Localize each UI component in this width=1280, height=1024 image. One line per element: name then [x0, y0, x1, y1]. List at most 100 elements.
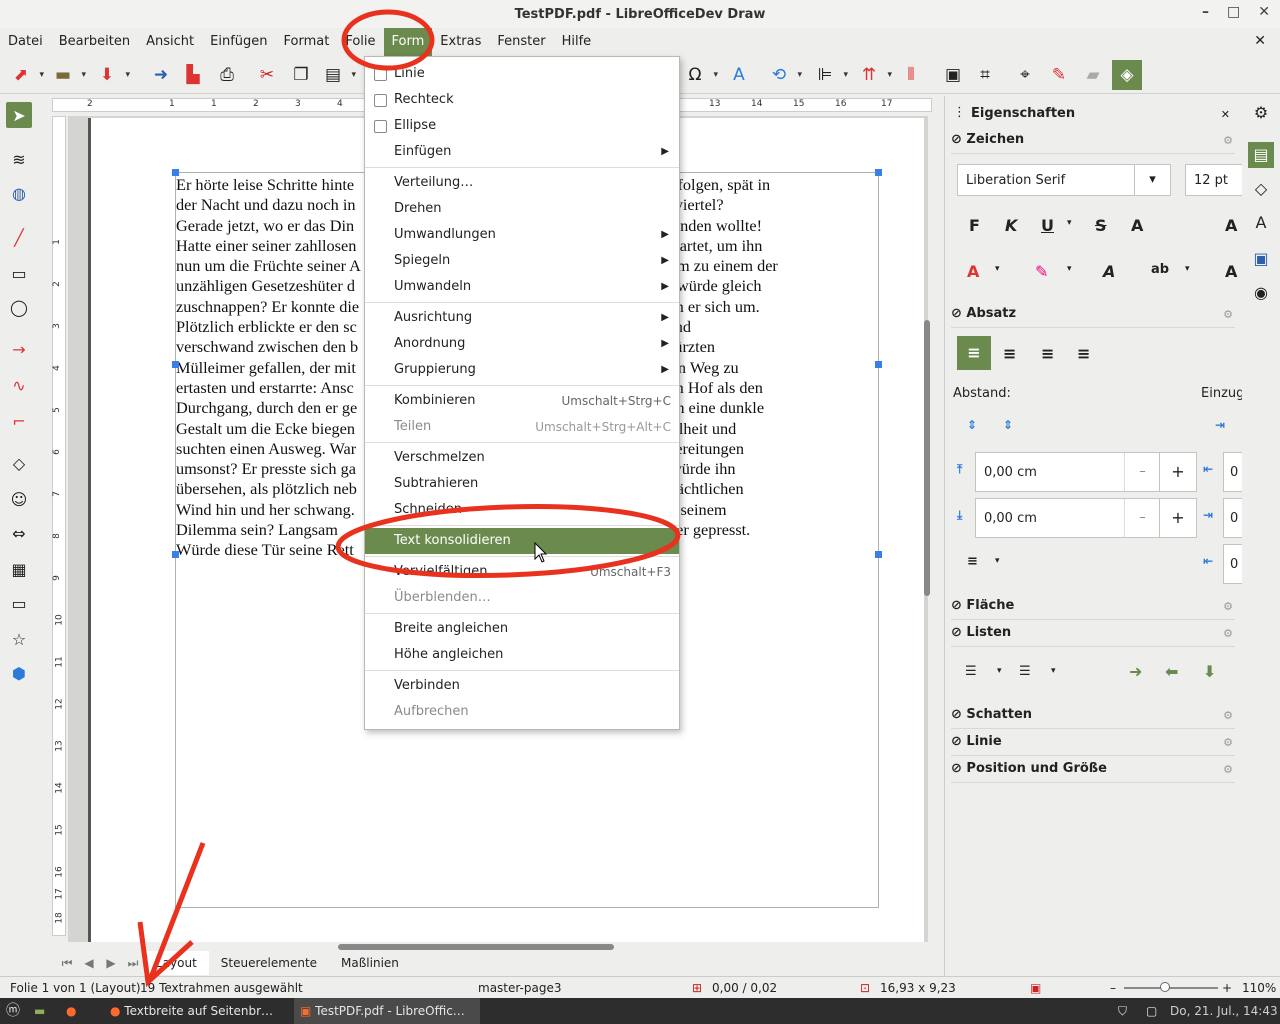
3d-objects-icon[interactable]: ⬢: [6, 660, 32, 686]
underline-icon[interactable]: U: [1041, 216, 1054, 235]
font-name-combobox[interactable]: Liberation Serif ▾: [957, 164, 1171, 196]
menu-item-text-konsolidieren[interactable]: Text konsolidieren: [365, 528, 679, 554]
tab-steuerelemente[interactable]: Steuerelemente: [209, 951, 329, 975]
menu-item-verteilung[interactable]: Verteilung…: [365, 170, 679, 196]
clock[interactable]: Do, 21. Jul., 14:43: [1170, 998, 1278, 1024]
menu-item-gruppierung[interactable]: Gruppierung ▶: [365, 357, 679, 383]
unordered-list-dropdown-icon[interactable]: ▾: [997, 666, 1002, 676]
menu-fenster[interactable]: Fenster: [489, 28, 553, 56]
panel-position-groesse[interactable]: ⊘ Position und Größe ⚙: [951, 761, 1235, 783]
maximize-button[interactable]: □: [1227, 4, 1240, 20]
menu-item-einfuegen[interactable]: Einfügen ▶: [365, 139, 679, 165]
menu-item-verbinden[interactable]: Verbinden: [365, 673, 679, 699]
panel-linie[interactable]: ⊘ Linie ⚙: [951, 734, 1235, 756]
last-tab-icon[interactable]: ⏭: [122, 956, 144, 971]
copy-icon[interactable]: ❐: [288, 62, 314, 88]
below-spacing-spinbox[interactable]: 0,00 cm –: [975, 498, 1163, 538]
menu-form[interactable]: Form: [383, 28, 433, 56]
italic-icon[interactable]: K: [1005, 216, 1017, 235]
case-dropdown-icon[interactable]: ▾: [1185, 264, 1190, 274]
start-menu-icon[interactable]: ⓜ: [6, 998, 20, 1024]
first-line-indent-spinbox[interactable]: 0: [1223, 544, 1243, 584]
distribute-icon[interactable]: ⦀: [898, 62, 924, 88]
menu-item-ueberblenden[interactable]: Überblenden…: [365, 585, 679, 611]
save-icon[interactable]: ⬇: [94, 62, 130, 88]
styles-deck-icon[interactable]: ◇: [1248, 176, 1274, 202]
before-indent-spinbox[interactable]: 0: [1223, 452, 1243, 492]
menu-item-breite-angleichen[interactable]: Breite angleichen: [365, 616, 679, 642]
print-icon[interactable]: ⎙: [214, 62, 240, 88]
curve-tool-icon[interactable]: ∿: [6, 372, 32, 398]
zoom-slider-thumb[interactable]: [1160, 982, 1170, 992]
shield-icon[interactable]: ⛉: [1118, 998, 1127, 1024]
next-tab-icon[interactable]: ▶: [100, 956, 122, 970]
show-desktop-icon[interactable]: ▬: [34, 998, 45, 1024]
panel-listen[interactable]: ⊘ Listen ⚙: [951, 625, 1235, 647]
export-icon[interactable]: ➜: [148, 62, 174, 88]
gallery-deck-icon[interactable]: ▣: [1248, 246, 1274, 272]
glue-points-icon[interactable]: ✎: [1046, 62, 1072, 88]
selection-handle[interactable]: [172, 361, 179, 368]
crop-icon[interactable]: ⌗: [972, 62, 998, 88]
shadow-icon[interactable]: ▣: [940, 62, 966, 88]
panel-flaeche[interactable]: ⊘ Fläche ⚙: [951, 598, 1235, 620]
menu-item-verschmelzen[interactable]: Verschmelzen: [365, 445, 679, 471]
tab-masslinien[interactable]: Maßlinien: [329, 951, 411, 975]
ordered-list-dropdown-icon[interactable]: ▾: [1051, 666, 1056, 676]
chevron-down-icon[interactable]: ▾: [1134, 165, 1170, 195]
menu-datei[interactable]: Datei: [0, 28, 51, 56]
menu-bearbeiten[interactable]: Bearbeiten: [51, 28, 138, 56]
menu-item-spiegeln[interactable]: Spiegeln ▶: [365, 248, 679, 274]
menu-format[interactable]: Format: [276, 28, 338, 56]
zoom-in-icon[interactable]: +: [1222, 981, 1232, 995]
align-center-icon[interactable]: ≡: [1003, 344, 1016, 363]
task-libreoffice[interactable]: ▣ TestPDF.pdf - LibreOffic…: [294, 998, 480, 1024]
ellipse-tool-icon[interactable]: ◯: [6, 294, 32, 320]
underline-dropdown-icon[interactable]: ▾: [1067, 218, 1072, 228]
export-pdf-icon[interactable]: ▙: [180, 62, 206, 88]
arrange-icon[interactable]: ⇈: [856, 62, 892, 88]
menu-item-rechteck[interactable]: Rechteck: [365, 87, 679, 113]
increment-button[interactable]: +: [1159, 452, 1197, 492]
special-character-icon[interactable]: Ω: [682, 62, 719, 88]
fill-color-icon[interactable]: ◍: [6, 180, 32, 206]
move-down-icon[interactable]: ⬇: [1203, 662, 1216, 681]
panel-absatz[interactable]: ⊘ Absatz ⚙: [951, 306, 1235, 328]
menu-item-aufbrechen[interactable]: Aufbrechen: [365, 699, 679, 725]
document-modified-icon[interactable]: ▣: [1030, 981, 1041, 995]
decrement-button[interactable]: –: [1124, 453, 1160, 491]
properties-deck-icon[interactable]: ▤: [1248, 142, 1274, 168]
highlight-dropdown-icon[interactable]: ▾: [1067, 264, 1072, 274]
increase-indent-icon[interactable]: ⇥: [1215, 418, 1225, 432]
menu-item-umwandlungen[interactable]: Umwandlungen ▶: [365, 222, 679, 248]
font-color-dropdown-icon[interactable]: ▾: [995, 264, 1000, 274]
panel-options-icon[interactable]: ⚙: [1223, 134, 1233, 147]
menu-ansicht[interactable]: Ansicht: [138, 28, 202, 56]
above-spacing-spinbox[interactable]: 0,00 cm –: [975, 452, 1163, 492]
unordered-list-icon[interactable]: ☰: [965, 664, 977, 679]
menu-item-schneiden[interactable]: Schneiden: [365, 497, 679, 523]
align-left-icon[interactable]: ≡: [957, 336, 991, 370]
close-document-button[interactable]: ✕: [1254, 33, 1266, 49]
below-spacing-value[interactable]: 0,00 cm: [984, 511, 1037, 526]
menu-item-drehen[interactable]: Drehen: [365, 196, 679, 222]
align-icon[interactable]: ⊫: [812, 62, 848, 88]
points-icon[interactable]: ⌖: [1012, 62, 1038, 88]
menu-extras[interactable]: Extras: [432, 28, 489, 56]
pdf-export-icon[interactable]: ⬈: [8, 62, 44, 88]
grow-font-icon[interactable]: A: [1225, 216, 1237, 235]
transformations-icon[interactable]: ⟲: [766, 62, 802, 88]
highlight-icon[interactable]: ✎: [1035, 262, 1048, 281]
decrement-button[interactable]: –: [1124, 499, 1160, 537]
connector-tool-icon[interactable]: ⌐: [6, 408, 32, 434]
decrease-spacing-icon[interactable]: ⇕: [1003, 418, 1013, 432]
image-icon[interactable]: ◈: [1112, 60, 1142, 90]
first-tab-icon[interactable]: ⏮: [56, 956, 78, 971]
demote-icon[interactable]: ⬅: [1165, 662, 1178, 681]
select-icon[interactable]: ➤: [6, 102, 32, 128]
panel-options-icon[interactable]: ⚙: [1223, 600, 1233, 613]
case-icon[interactable]: ab: [1151, 262, 1169, 277]
font-size-combobox[interactable]: 12 pt: [1185, 164, 1245, 196]
superscript-icon[interactable]: A: [1225, 262, 1237, 281]
menu-item-teilen[interactable]: Teilen Umschalt+Strg+Alt+C: [365, 414, 679, 440]
